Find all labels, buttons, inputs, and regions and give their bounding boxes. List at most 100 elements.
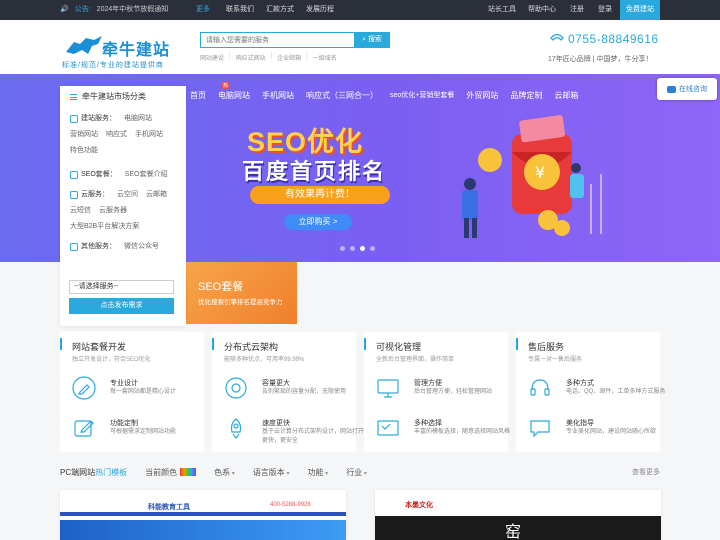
money-bag-illustration-icon: ¥ <box>462 115 602 238</box>
nav-responsive[interactable]: 响应式（三网合一） <box>306 90 378 101</box>
brand-name: 牵牛建站 <box>102 42 171 59</box>
rocket-icon <box>230 418 242 439</box>
main-nav: 首页 电脑网站 手机网站 响应式（三网合一） seo优化+营销型套餐 外贸网站 … <box>190 82 578 101</box>
hotword[interactable]: 一级域名 <box>313 53 337 62</box>
feature-subtitle: 专属一对一售后服务 <box>528 357 583 363</box>
banner-subtitle: 百度首页排名 <box>242 159 387 184</box>
feature-subtitle: 独立开发设计，符合SEO优化 <box>72 357 151 363</box>
seo-icon <box>70 171 78 179</box>
function-dropdown[interactable]: 功能 <box>308 467 329 478</box>
feature-item[interactable]: 容量更大 告别繁琐的容量分配，无限使用 <box>224 374 354 410</box>
feature-title: 可视化管理 <box>376 342 422 352</box>
color-filter[interactable]: 当前颜色 <box>145 467 197 478</box>
menu-icon <box>70 94 77 100</box>
search-box: ⌕ 搜索 <box>200 32 390 48</box>
seo-package-card[interactable]: SEO套餐 优化搜索引擎排名提高竞争力 <box>186 262 297 324</box>
svg-text:¥: ¥ <box>535 163 545 182</box>
contact-link[interactable]: 联系我们 <box>226 0 254 20</box>
nav-foreign-trade[interactable]: 外贸网站 <box>466 90 498 101</box>
template-filter-bar: PC端网站热门模板 当前颜色 色系 语言版本 功能 行业 查看更多 <box>60 462 660 482</box>
feature-item-desc: 丰富的模板选择，随意选择网站风格 <box>414 429 511 435</box>
category-menu-title: 牵牛建站市场分类 <box>82 92 146 101</box>
feature-title: 分布式云架构 <box>224 342 279 352</box>
payment-link[interactable]: 汇款方式 <box>266 0 294 20</box>
feature-item-title: 管理方便 <box>414 380 442 387</box>
template-card[interactable]: 本墨文化 窑 <box>375 490 661 540</box>
feature-item[interactable]: 速度更快 基于云计算分布式架构设计，网站打开更快，更安全 <box>224 414 364 450</box>
feature-item[interactable]: 功能定制 可根据需求定制网站功能 <box>72 414 202 450</box>
feature-item[interactable]: 专业设计 每一套网站都是精心设计 <box>72 374 202 410</box>
register-link[interactable]: 注册 <box>570 0 584 20</box>
carousel-dots <box>340 246 375 251</box>
view-more-link[interactable]: 查看更多 <box>632 467 660 477</box>
login-link[interactable]: 登录 <box>598 0 612 20</box>
carousel-dot[interactable] <box>340 246 345 251</box>
feature-item[interactable]: 美化指导 专业美化网站，建设网站随心所欲 <box>528 414 658 450</box>
feature-item[interactable]: 多种选择 丰富的模板选择，随意选择网站风格 <box>376 414 510 450</box>
buy-now-button[interactable]: 立即购买 > <box>284 214 352 230</box>
category-key: 建站服务： <box>70 111 116 127</box>
search-input[interactable] <box>201 33 351 47</box>
search-button[interactable]: ⌕ 搜索 <box>354 32 390 48</box>
category-item[interactable]: 云服务器 <box>99 203 127 219</box>
category-item[interactable]: SEO套餐介绍 <box>125 167 168 183</box>
category-item[interactable]: 云短信 <box>70 203 91 219</box>
webmaster-tools-link[interactable]: 站长工具 <box>488 0 516 20</box>
category-item[interactable]: 特色功能 <box>70 143 98 159</box>
banner-pill: 有效果再计费！ <box>250 186 390 204</box>
feature-item[interactable]: 多种方式 电话、QQ、邮件，工单多种方式服务 <box>528 374 665 410</box>
service-select[interactable]: --请选择服务-- <box>69 280 174 294</box>
carousel-dot[interactable] <box>350 246 355 251</box>
feature-item-title: 美化指导 <box>566 420 594 427</box>
search-icon: ⌕ <box>362 36 366 43</box>
nav-cloud-mail[interactable]: 云邮箱 <box>554 90 578 101</box>
hotword[interactable]: 企业邮箱 <box>277 53 301 62</box>
language-dropdown[interactable]: 语言版本 <box>253 467 290 478</box>
publish-request-button[interactable]: 点击发布需求 <box>69 298 174 314</box>
help-center-link[interactable]: 帮助中心 <box>528 0 556 20</box>
category-item[interactable]: 营销网站 <box>70 127 98 143</box>
free-build-button[interactable]: 免费建站 <box>620 0 660 20</box>
category-item[interactable]: 云邮箱 <box>146 187 167 203</box>
nav-brand-custom[interactable]: 品牌定制 <box>510 90 542 101</box>
industry-dropdown[interactable]: 行业 <box>346 467 367 478</box>
online-consult-button[interactable]: 在线咨询 <box>657 78 717 100</box>
feature-title: 售后服务 <box>528 342 565 352</box>
category-item[interactable]: 大型B2B平台解决方案 <box>70 219 139 235</box>
hotword[interactable]: 网站建设 <box>200 53 224 62</box>
color-filter-label: 当前颜色 <box>145 467 178 477</box>
nav-mobile-site[interactable]: 手机网站 <box>262 90 294 101</box>
wechat-icon <box>70 243 78 251</box>
category-group-build: 建站服务： 电脑网站 营销网站 响应式 手机网站 特色功能 <box>60 108 186 159</box>
logo[interactable]: 牵牛建站 标准/规范/专业的建站提供商 <box>62 34 187 74</box>
carousel-dot[interactable] <box>360 246 365 251</box>
nav-pc-site[interactable]: 电脑网站 <box>218 82 250 101</box>
feature-column: 分布式云架构 能够多种优点，可用率99.99% 容量更大 告别繁琐的容量分配，无… <box>212 332 364 452</box>
pen-icon <box>72 376 96 400</box>
monitor-icon <box>70 115 78 123</box>
feature-item-title: 功能定制 <box>110 420 138 427</box>
notice-label: 公告: <box>74 6 91 13</box>
nav-home[interactable]: 首页 <box>190 90 206 101</box>
category-group-cloud: 云服务： 云空间 云邮箱 云短信 云服务器 大型B2B平台解决方案 <box>60 183 186 235</box>
category-item[interactable]: 微信公众号 <box>124 239 159 255</box>
carousel-dot[interactable] <box>370 246 375 251</box>
category-item[interactable]: 手机网站 <box>135 127 163 143</box>
nav-seo-package[interactable]: seo优化+营销型套餐 <box>390 90 454 101</box>
category-item[interactable]: 电脑网站 <box>124 111 152 127</box>
template-card[interactable]: 科能教育工具 400-5288-9928 <box>60 490 346 540</box>
more-link[interactable]: 更多 <box>196 0 210 20</box>
template-icon <box>377 420 399 436</box>
category-item[interactable]: 响应式 <box>106 127 127 143</box>
feature-item-title: 多种选择 <box>414 420 442 427</box>
notice-text[interactable]: 2024年中秋节放假通知 <box>97 0 169 20</box>
monitor-icon <box>377 379 399 398</box>
category-menu: 牵牛建站市场分类 建站服务： 电脑网站 营销网站 响应式 手机网站 特色功能 S… <box>60 86 186 326</box>
hot-keywords: 网站建设 | 响应式网站 | 企业邮箱 | 一级域名 <box>200 53 337 62</box>
hotword[interactable]: 响应式网站 <box>236 53 266 62</box>
category-item[interactable]: 云空间 <box>117 187 138 203</box>
feature-item[interactable]: 管理方便 后台管理方便，轻松管理网站 <box>376 374 506 410</box>
phone-icon <box>550 33 564 41</box>
color-scheme-dropdown[interactable]: 色系 <box>214 467 235 478</box>
history-link[interactable]: 发展历程 <box>306 0 334 20</box>
